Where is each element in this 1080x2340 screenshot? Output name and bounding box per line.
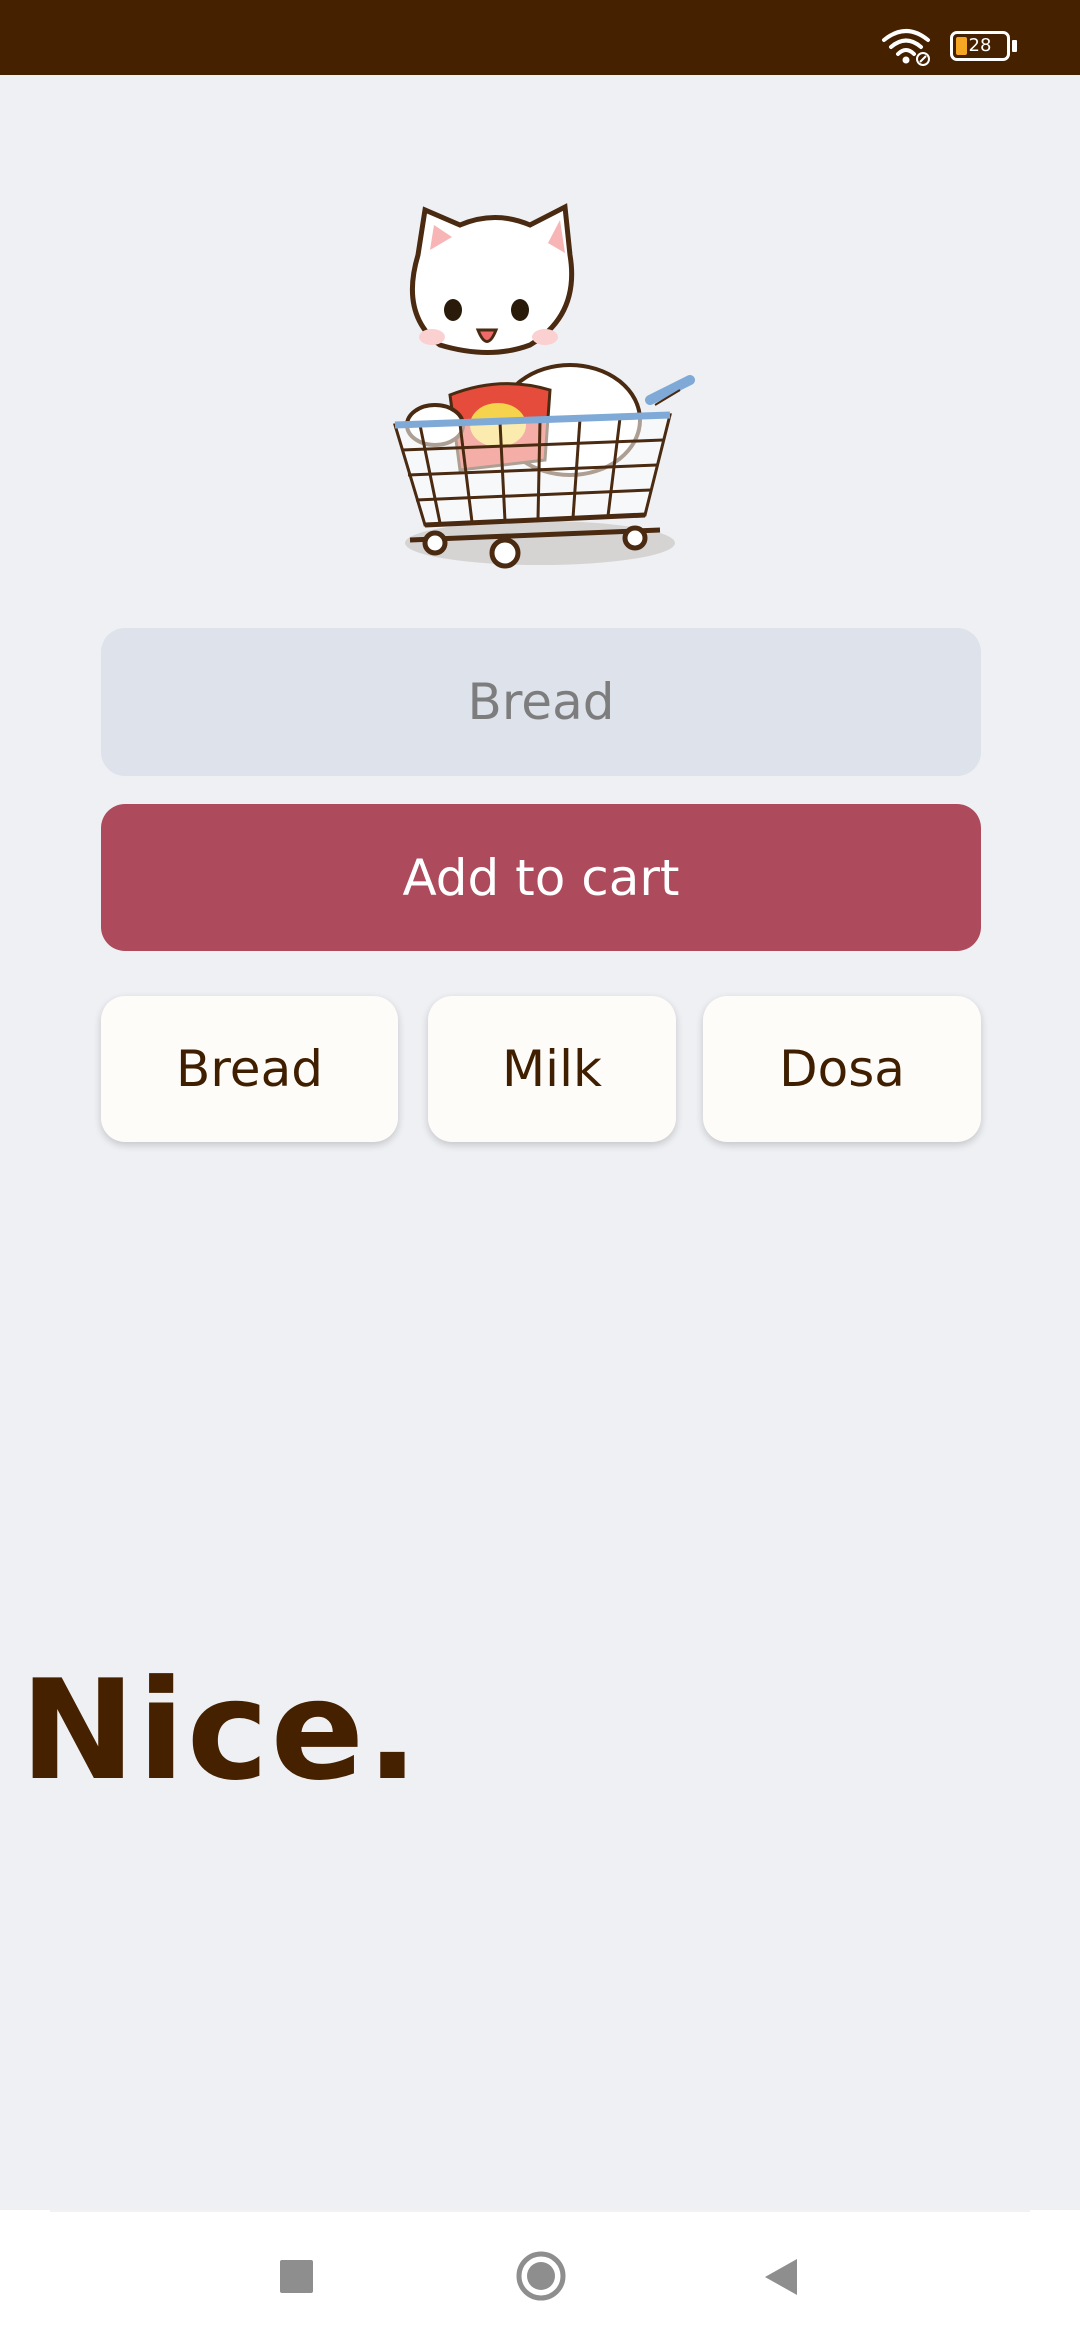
- suggestion-chip-label: Dosa: [779, 1040, 905, 1098]
- suggestion-chip-bread[interactable]: Bread: [101, 996, 398, 1142]
- recents-icon[interactable]: [280, 2260, 313, 2293]
- add-to-cart-label: Add to cart: [402, 848, 680, 907]
- battery-icon: 28: [950, 31, 1010, 61]
- battery-tip: [1012, 40, 1017, 52]
- nav-divider: [50, 2210, 1030, 2212]
- battery-level: 28: [968, 35, 992, 56]
- suggestion-chip-label: Milk: [502, 1040, 602, 1098]
- home-icon[interactable]: [515, 2250, 567, 2302]
- suggestion-chip-label: Bread: [176, 1040, 323, 1098]
- item-input[interactable]: [101, 628, 981, 776]
- navigation-bar: [0, 2210, 1080, 2340]
- back-icon[interactable]: [763, 2257, 799, 2297]
- result-message: Nice.: [20, 1650, 421, 1811]
- status-bar: 28: [0, 0, 1080, 75]
- wifi-icon: [882, 29, 930, 66]
- cat-cart-mascot-icon: [393, 203, 695, 569]
- suggestion-chip-dosa[interactable]: Dosa: [703, 996, 981, 1142]
- suggestion-chip-milk[interactable]: Milk: [428, 996, 676, 1142]
- add-to-cart-button[interactable]: Add to cart: [101, 804, 981, 951]
